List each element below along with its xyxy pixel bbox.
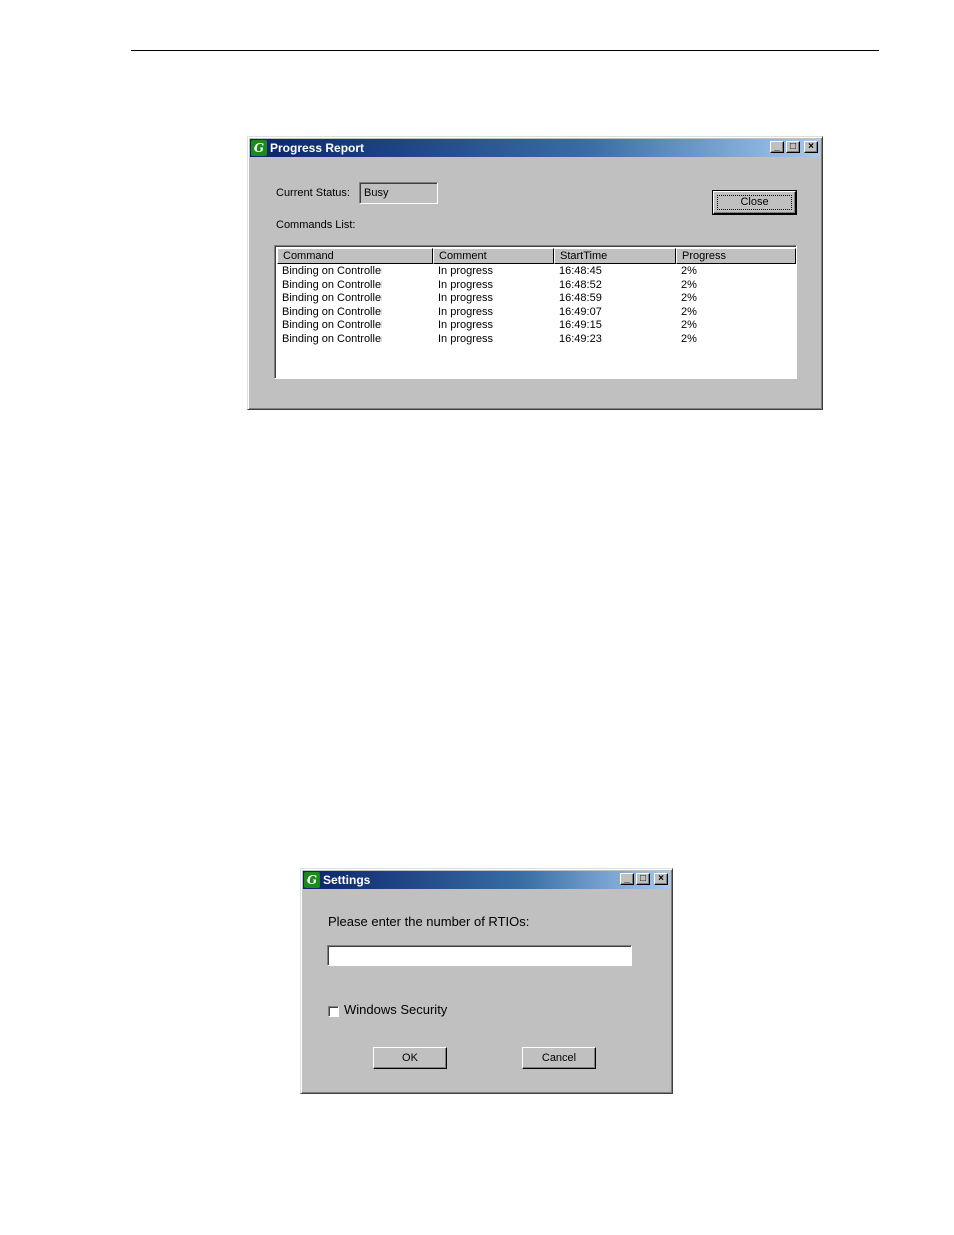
close-window-button[interactable]: × — [654, 873, 668, 885]
cell-starttime: 16:49:15 — [559, 319, 602, 332]
table-row[interactable]: Binding on Controller0 In progress 16:49… — [277, 333, 794, 347]
column-header-starttime[interactable]: StartTime — [554, 248, 676, 264]
cell-progress: 2% — [681, 265, 697, 277]
current-status-label: Current Status: — [276, 187, 350, 199]
cancel-button-label: Cancel — [541, 1052, 577, 1064]
commands-list-header: Command Comment StartTime Progress — [277, 248, 796, 264]
cell-progress: 2% — [681, 278, 697, 291]
table-row[interactable]: Binding on Controller0 In progress 16:48… — [277, 265, 794, 279]
rtio-count-input[interactable] — [327, 945, 632, 966]
table-row[interactable]: Binding on Controller0 In progress 16:49… — [277, 319, 794, 333]
table-row[interactable]: Binding on Controller0 In progress 16:49… — [277, 306, 794, 320]
table-row[interactable]: Binding on Controller0 In progress 16:48… — [277, 292, 794, 306]
close-button[interactable]: Close — [712, 190, 797, 215]
cell-starttime: 16:48:52 — [559, 278, 602, 291]
cell-command: Binding on Controller0 — [282, 333, 382, 345]
cell-comment: In progress — [438, 265, 494, 277]
window-title: Settings — [323, 873, 371, 887]
ok-button[interactable]: OK — [373, 1047, 447, 1069]
commands-list[interactable]: Command Comment StartTime Progress Bindi… — [274, 245, 797, 379]
column-header-comment[interactable]: Comment — [433, 248, 554, 264]
maximize-button[interactable]: □ — [636, 873, 650, 885]
settings-window: G Settings _ □ × Please enter the number… — [300, 868, 673, 1094]
minimize-button[interactable]: _ — [770, 141, 784, 153]
minimize-button[interactable]: _ — [620, 873, 634, 885]
cell-comment: In progress — [438, 305, 494, 318]
cell-command: Binding on Controller0 — [282, 278, 382, 291]
cell-comment: In progress — [438, 333, 494, 345]
cell-command: Binding on Controller0 — [282, 265, 382, 277]
progress-report-window: G Progress Report _ □ × Current Status: … — [247, 136, 823, 410]
cell-starttime: 16:48:45 — [559, 265, 602, 277]
cell-command: Binding on Controller0 — [282, 319, 382, 332]
cancel-button[interactable]: Cancel — [522, 1047, 596, 1069]
ok-button-label: OK — [402, 1052, 418, 1064]
settings-titlebar[interactable]: G Settings _ □ × — [303, 871, 670, 889]
progress-report-titlebar[interactable]: G Progress Report _ □ × — [250, 139, 820, 157]
maximize-button[interactable]: □ — [786, 141, 800, 153]
windows-security-checkbox[interactable] — [328, 1006, 339, 1017]
cell-starttime: 16:48:59 — [559, 292, 602, 305]
cell-command: Binding on Controller0 — [282, 292, 382, 305]
cell-starttime: 16:49:07 — [559, 305, 602, 318]
windows-security-label[interactable]: Windows Security — [344, 1002, 447, 1017]
cell-comment: In progress — [438, 292, 494, 305]
current-status-field: Busy — [359, 182, 438, 204]
app-logo-icon: G — [251, 140, 267, 156]
app-logo-icon: G — [304, 872, 320, 888]
cell-progress: 2% — [681, 292, 697, 305]
cell-starttime: 16:49:23 — [559, 333, 602, 345]
table-row[interactable]: Binding on Controller0 In progress 16:48… — [277, 279, 794, 293]
column-header-progress[interactable]: Progress — [676, 248, 796, 264]
close-button-focus-ring — [717, 195, 792, 210]
cell-comment: In progress — [438, 319, 494, 332]
cell-progress: 2% — [681, 319, 697, 332]
page-header-rule — [131, 50, 879, 51]
cell-progress: 2% — [681, 333, 697, 345]
cell-command: Binding on Controller0 — [282, 305, 382, 318]
commands-list-label: Commands List: — [276, 219, 356, 231]
rtio-prompt-label: Please enter the number of RTIOs: — [328, 914, 530, 929]
cell-progress: 2% — [681, 305, 697, 318]
window-title: Progress Report — [270, 141, 365, 155]
close-window-button[interactable]: × — [804, 141, 818, 153]
cell-comment: In progress — [438, 278, 494, 291]
current-status-value: Busy — [364, 187, 389, 199]
column-header-command[interactable]: Command — [277, 248, 433, 264]
